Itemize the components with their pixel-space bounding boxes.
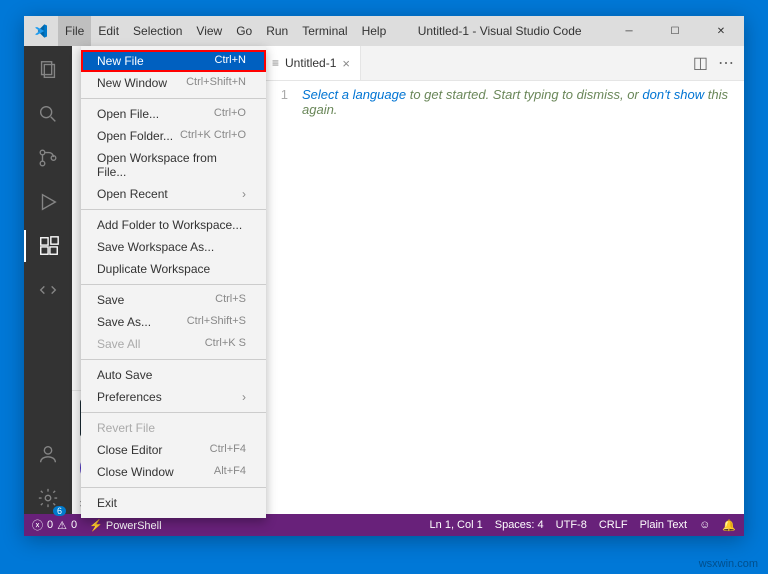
editor-link[interactable]: Select a language bbox=[302, 87, 406, 102]
file-icon: ≡ bbox=[272, 56, 279, 70]
source-control-icon[interactable] bbox=[24, 142, 72, 174]
menu-item-save[interactable]: SaveCtrl+S bbox=[81, 289, 266, 311]
encoding-status[interactable]: UTF-8 bbox=[556, 519, 587, 532]
window-title: Untitled-1 - Visual Studio Code bbox=[393, 24, 606, 38]
close-button[interactable]: ✕ bbox=[698, 16, 744, 46]
watermark: wsxwin.com bbox=[699, 558, 758, 570]
activitybar: 6 bbox=[24, 46, 72, 514]
tabs-bar: ≡ Untitled-1 × ◫ ⋯ bbox=[262, 46, 744, 81]
feedback-icon[interactable]: ☺ bbox=[699, 519, 710, 532]
menu-item-preferences[interactable]: Preferences bbox=[81, 386, 266, 408]
menu-view[interactable]: View bbox=[189, 16, 229, 46]
menubar: FileEditSelectionViewGoRunTerminalHelp bbox=[58, 16, 393, 46]
editor-hint: to get started. Start typing to dismiss,… bbox=[406, 87, 642, 102]
menu-item-auto-save[interactable]: Auto Save bbox=[81, 364, 266, 386]
accounts-icon[interactable] bbox=[24, 438, 72, 470]
vscode-logo-icon bbox=[24, 23, 58, 39]
menu-item-save-workspace-as[interactable]: Save Workspace As... bbox=[81, 236, 266, 258]
menu-item-new-window[interactable]: New WindowCtrl+Shift+N bbox=[81, 72, 266, 94]
editor[interactable]: 1 Select a language to get started. Star… bbox=[262, 81, 744, 514]
menu-edit[interactable]: Edit bbox=[91, 16, 126, 46]
settings-badge: 6 bbox=[53, 506, 66, 516]
menu-item-open-workspace-from-file[interactable]: Open Workspace from File... bbox=[81, 147, 266, 183]
menu-item-open-folder[interactable]: Open Folder...Ctrl+K Ctrl+O bbox=[81, 125, 266, 147]
line-number: 1 bbox=[281, 87, 288, 102]
minimize-button[interactable]: ─ bbox=[606, 16, 652, 46]
settings-icon[interactable]: 6 bbox=[24, 482, 72, 514]
menu-item-duplicate-workspace[interactable]: Duplicate Workspace bbox=[81, 258, 266, 280]
more-actions-icon[interactable]: ⋯ bbox=[718, 53, 734, 73]
eol-status[interactable]: CRLF bbox=[599, 519, 628, 532]
explorer-icon[interactable] bbox=[24, 54, 72, 86]
remote-icon[interactable] bbox=[24, 274, 72, 306]
menu-item-exit[interactable]: Exit bbox=[81, 492, 266, 514]
window-controls: ─ ☐ ✕ bbox=[606, 16, 744, 46]
menu-item-add-folder-to-workspace[interactable]: Add Folder to Workspace... bbox=[81, 214, 266, 236]
menu-item-revert-file: Revert File bbox=[81, 417, 266, 439]
vscode-window: FileEditSelectionViewGoRunTerminalHelp U… bbox=[24, 16, 744, 536]
titlebar: FileEditSelectionViewGoRunTerminalHelp U… bbox=[24, 16, 744, 46]
menu-item-save-as[interactable]: Save As...Ctrl+Shift+S bbox=[81, 311, 266, 333]
menu-run[interactable]: Run bbox=[259, 16, 295, 46]
language-status[interactable]: Plain Text bbox=[640, 519, 688, 532]
indentation-status[interactable]: Spaces: 4 bbox=[495, 519, 544, 532]
editor-group: ≡ Untitled-1 × ◫ ⋯ 1 Select a language t… bbox=[262, 46, 744, 514]
editor-link[interactable]: don't show bbox=[642, 87, 704, 102]
menu-item-open-file[interactable]: Open File...Ctrl+O bbox=[81, 103, 266, 125]
cursor-position[interactable]: Ln 1, Col 1 bbox=[430, 519, 483, 532]
menu-selection[interactable]: Selection bbox=[126, 16, 189, 46]
tab-label: Untitled-1 bbox=[285, 56, 336, 70]
terminal-status[interactable]: ⚡ PowerShell bbox=[89, 519, 161, 532]
menu-item-new-file[interactable]: New FileCtrl+N bbox=[81, 50, 266, 72]
close-tab-icon[interactable]: × bbox=[342, 56, 350, 71]
split-editor-icon[interactable]: ◫ bbox=[693, 53, 708, 73]
notifications-icon[interactable]: 🔔 bbox=[722, 519, 736, 532]
run-debug-icon[interactable] bbox=[24, 186, 72, 218]
menu-item-save-all: Save AllCtrl+K S bbox=[81, 333, 266, 355]
problems-status[interactable]: ⓧ 0 ⚠ 0 bbox=[32, 517, 77, 533]
editor-tab[interactable]: ≡ Untitled-1 × bbox=[262, 46, 361, 80]
menu-item-open-recent[interactable]: Open Recent bbox=[81, 183, 266, 205]
menu-help[interactable]: Help bbox=[355, 16, 394, 46]
file-menu-dropdown: New FileCtrl+NNew WindowCtrl+Shift+N Open… bbox=[81, 46, 266, 518]
menu-go[interactable]: Go bbox=[229, 16, 259, 46]
menu-file[interactable]: File bbox=[58, 16, 91, 46]
extensions-icon[interactable] bbox=[24, 230, 72, 262]
menu-item-close-window[interactable]: Close WindowAlt+F4 bbox=[81, 461, 266, 483]
menu-terminal[interactable]: Terminal bbox=[295, 16, 354, 46]
maximize-button[interactable]: ☐ bbox=[652, 16, 698, 46]
search-icon[interactable] bbox=[24, 98, 72, 130]
menu-item-close-editor[interactable]: Close EditorCtrl+F4 bbox=[81, 439, 266, 461]
